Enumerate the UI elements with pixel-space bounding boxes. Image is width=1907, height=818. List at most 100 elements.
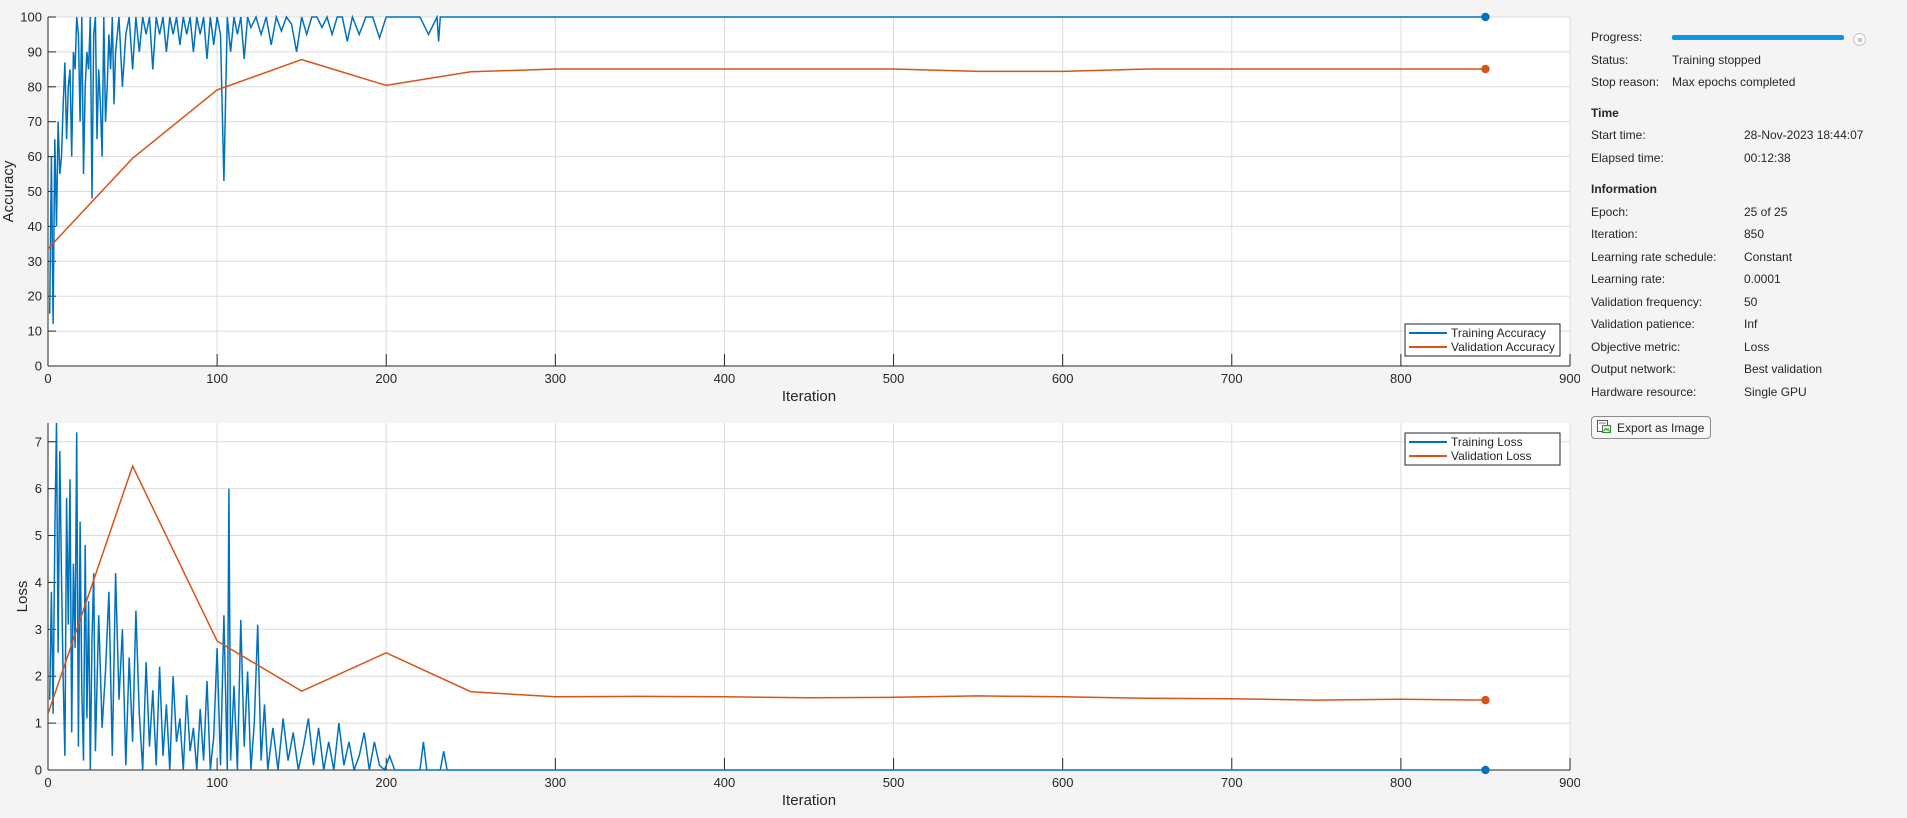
information-heading: Information [1591,182,1657,196]
loss-x-tick-label: 200 [375,775,397,790]
iteration-label: Iteration: [1591,227,1638,241]
loss-x-tick-label: 700 [1221,775,1243,790]
learning-rate-row: Learning rate: 0.0001 [1591,272,1891,295]
loss-plot: 0 100 200 300 400 500 600 700 800 900 0 1 2 3 4 5 6 7 Iter… [14,422,1580,809]
elapsed-time-row: Elapsed time: 00:12:38 [1591,151,1891,174]
accuracy-y-tick-label: 0 [35,359,42,374]
accuracy-y-tick-label: 80 [28,79,42,94]
training-accuracy-legend-label: Training Accuracy [1451,326,1546,340]
lr-schedule-value: Constant [1744,249,1793,264]
stop-reason-row: Stop reason: Max epochs completed [1591,75,1891,98]
loss-y-tick-label: 4 [35,575,42,590]
accuracy-y-tick-label: 30 [28,254,42,269]
accuracy-y-tick-label: 20 [28,289,42,304]
validation-patience-row: Validation patience: Inf [1591,317,1891,340]
loss-x-tick-label: 100 [206,775,228,790]
learning-rate-value: 0.0001 [1744,272,1781,286]
accuracy-x-tick-label: 100 [206,371,228,386]
validation-frequency-value: 50 [1744,294,1758,309]
epoch-row: Epoch: 25 of 25 [1591,205,1891,228]
loss-y-tick-label: 0 [35,763,42,778]
accuracy-y-tick-label: 90 [28,44,42,59]
export-as-image-label: Export as Image [1617,420,1705,435]
status-row: Status: Training stopped [1591,53,1891,76]
accuracy-y-tick-label: 60 [28,149,42,164]
start-time-row: Start time: 28-Nov-2023 18:44:07 [1591,128,1891,151]
loss-y-tick-label: 1 [35,716,42,731]
validation-accuracy-final-marker [1481,64,1490,74]
learning-rate-label: Learning rate: [1591,272,1666,286]
export-as-image-button[interactable]: Export as Image [1591,416,1712,439]
elapsed-time-value: 00:12:38 [1744,150,1791,165]
accuracy-y-tick-label: 100 [20,10,42,25]
loss-y-tick-label: 6 [35,481,42,496]
hardware-resource-value: Single GPU [1744,384,1807,399]
validation-frequency-label: Validation frequency: [1591,294,1703,309]
progress-label: Progress: [1591,30,1643,44]
objective-metric-row: Objective metric: Loss [1591,340,1891,363]
accuracy-x-tick-label: 300 [544,371,566,386]
iteration-row: Iteration: 850 [1591,227,1891,250]
accuracy-y-axis-title: Accuracy [0,160,17,222]
loss-y-tick-label: 3 [35,622,42,637]
accuracy-x-tick-label: 600 [1052,371,1074,386]
accuracy-x-axis-title: Iteration [782,388,836,405]
output-network-row: Output network: Best validation [1591,362,1891,385]
loss-x-axis-title: Iteration [782,792,836,809]
objective-metric-value: Loss [1744,339,1770,354]
time-heading: Time [1591,105,1619,120]
accuracy-x-tick-label: 700 [1221,371,1243,386]
accuracy-x-tick-label: 0 [44,371,51,386]
progress-bar-fill [1672,35,1844,40]
image-export-icon [1596,419,1612,437]
accuracy-plot: 0 100 200 300 400 500 600 700 800 900 0 10 20 30 40 50 6… [0,10,1580,406]
stop-reason-label: Stop reason: [1591,75,1660,89]
accuracy-legend: Training AccuracyValidation Accuracy [1404,323,1561,357]
loss-x-tick-label: 0 [44,775,51,790]
epoch-label: Epoch: [1591,204,1629,219]
loss-axes-background [48,423,1570,770]
loss-legend: Training LossValidation Loss [1404,432,1561,466]
loss-y-tick-label: 2 [35,669,42,684]
epoch-value: 25 of 25 [1744,204,1788,219]
accuracy-x-tick-label: 400 [714,371,736,386]
output-network-label: Output network: [1591,362,1676,376]
accuracy-x-tick-label: 200 [375,371,397,386]
accuracy-y-tick-label: 10 [28,324,42,339]
status-value: Training stopped [1672,52,1761,67]
loss-y-axis-title: Loss [14,581,31,613]
loss-y-tick-label: 7 [35,434,42,449]
loss-x-tick-label: 400 [714,775,736,790]
validation-loss-final-marker [1481,695,1490,705]
stop-training-button[interactable] [1853,33,1866,46]
validation-loss-legend-label: Validation Loss [1451,449,1532,463]
progress-bar [1672,35,1844,40]
loss-x-tick-label: 600 [1052,775,1074,790]
output-network-value: Best validation [1744,362,1823,376]
hardware-resource-label: Hardware resource: [1591,384,1697,399]
start-time-value: 28-Nov-2023 18:44:07 [1744,128,1864,142]
loss-x-tick-label: 800 [1390,775,1412,790]
elapsed-time-label: Elapsed time: [1591,150,1664,165]
lr-schedule-label: Learning rate schedule: [1591,249,1717,264]
progress-row: Progress: [1591,30,1891,53]
loss-y-tick-label: 5 [35,528,42,543]
accuracy-x-tick-label: 500 [883,371,905,386]
start-time-label: Start time: [1591,128,1646,142]
training-loss-final-marker [1481,765,1490,775]
training-plots: 0 100 200 300 400 500 600 700 800 900010203040506… [0,10,1580,810]
training-loss-legend-label: Training Loss [1451,435,1523,449]
accuracy-x-tick-label: 900 [1559,371,1580,386]
loss-x-tick-label: 900 [1559,775,1580,790]
training-info-panel: Progress: Status: Training stopped Stop … [1591,30,1891,407]
accuracy-y-tick-label: 40 [28,219,42,234]
accuracy-y-tick-label: 70 [28,114,42,129]
lr-schedule-row: Learning rate schedule: Constant [1591,250,1891,273]
hardware-resource-row: Hardware resource: Single GPU [1591,385,1891,408]
training-accuracy-final-marker [1481,12,1490,22]
objective-metric-label: Objective metric: [1591,339,1681,354]
stop-reason-value: Max epochs completed [1672,75,1796,89]
status-label: Status: [1591,52,1629,67]
validation-patience-label: Validation patience: [1591,317,1695,331]
loss-x-tick-label: 500 [883,775,905,790]
